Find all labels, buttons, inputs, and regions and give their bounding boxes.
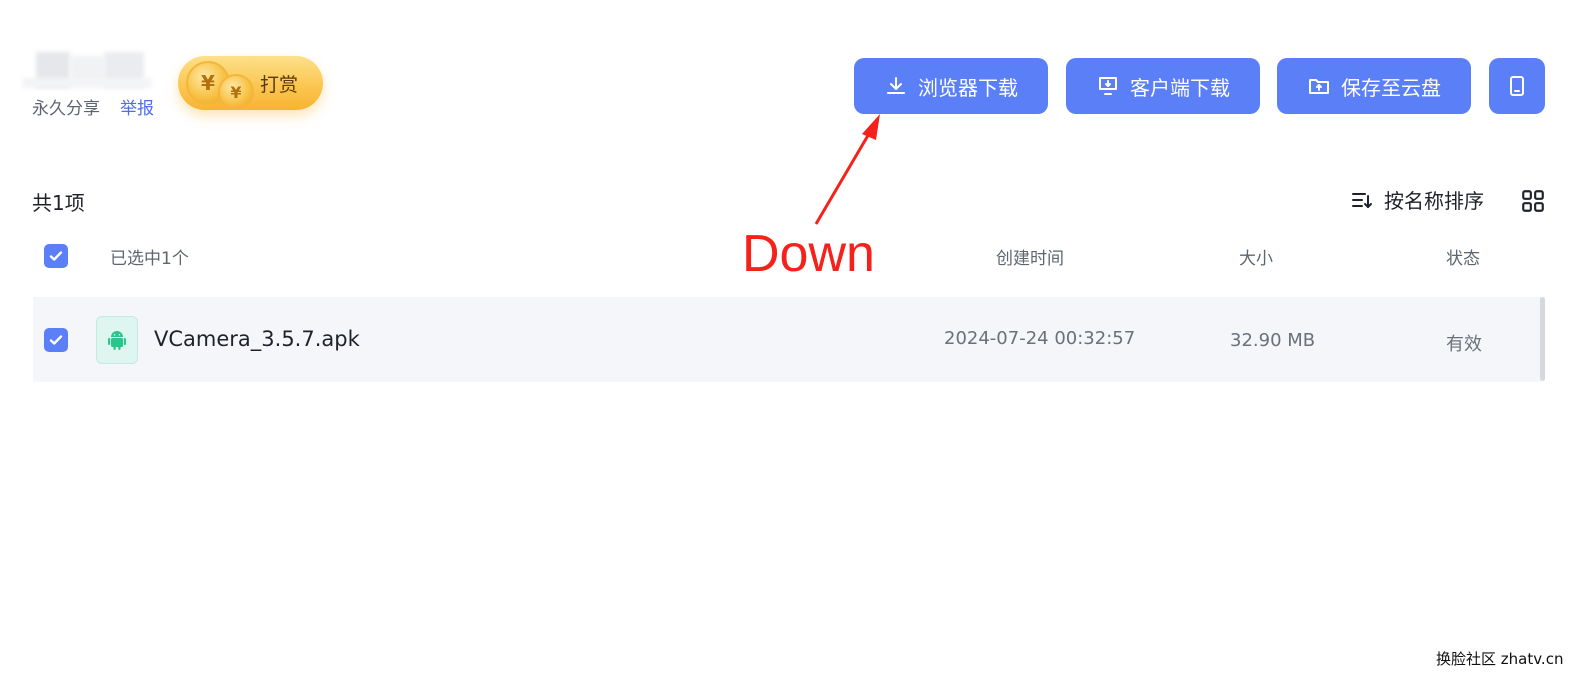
phone-icon <box>1510 76 1524 96</box>
sort-by-name-button[interactable]: 按名称排序 <box>1350 185 1484 214</box>
checkmark-icon <box>49 335 63 345</box>
total-items-count: 共1项 <box>32 191 85 215</box>
client-download-button[interactable]: 客户端下载 <box>1066 58 1260 114</box>
save-to-cloud-label: 保存至云盘 <box>1341 75 1441 100</box>
android-icon <box>108 331 126 350</box>
sort-icon <box>1352 192 1372 208</box>
scrollbar[interactable] <box>1540 297 1545 381</box>
tip-button-label: 打赏 <box>260 74 299 96</box>
monitor-download-icon <box>1099 77 1117 95</box>
row-checkbox[interactable] <box>44 328 68 352</box>
client-download-label: 客户端下载 <box>1130 75 1230 100</box>
blurred-avatar <box>22 50 162 90</box>
created-time-header: 创建时间 <box>996 249 1064 269</box>
file-created-time: 2024-07-24 00:32:57 <box>944 328 1136 349</box>
file-size: 32.90 MB <box>1230 330 1316 351</box>
status-header: 状态 <box>1446 249 1480 269</box>
select-all-checkbox[interactable] <box>44 244 68 268</box>
selected-count-header: 已选中1个 <box>110 249 189 269</box>
report-link[interactable]: 举报 <box>120 94 154 119</box>
tip-button[interactable]: ¥ ¥ 打赏 <box>178 56 323 110</box>
annotation-arrow <box>814 114 880 225</box>
watermark: 换脸社区 zhatv.cn <box>1436 650 1564 668</box>
download-icon <box>887 77 905 94</box>
save-to-cloud-button[interactable]: 保存至云盘 <box>1277 58 1471 114</box>
share-duration-label: 永久分享 <box>32 99 100 119</box>
browser-download-button[interactable]: 浏览器下载 <box>854 58 1048 114</box>
table-row[interactable]: VCamera_3.5.7.apk 2024-07-24 00:32:57 32… <box>33 297 1541 382</box>
sort-label: 按名称排序 <box>1384 189 1484 213</box>
browser-download-label: 浏览器下载 <box>918 75 1018 100</box>
mobile-view-button[interactable] <box>1489 58 1545 114</box>
file-status: 有效 <box>1446 334 1482 355</box>
apk-file-icon <box>96 316 138 364</box>
coin-icon: ¥ <box>218 74 254 110</box>
annotation-label: Down <box>742 225 875 283</box>
checkmark-icon <box>49 251 63 261</box>
grid-view-icon[interactable] <box>1520 188 1546 214</box>
file-name[interactable]: VCamera_3.5.7.apk <box>154 327 360 351</box>
folder-upload-icon <box>1309 79 1329 94</box>
size-header: 大小 <box>1239 249 1273 269</box>
